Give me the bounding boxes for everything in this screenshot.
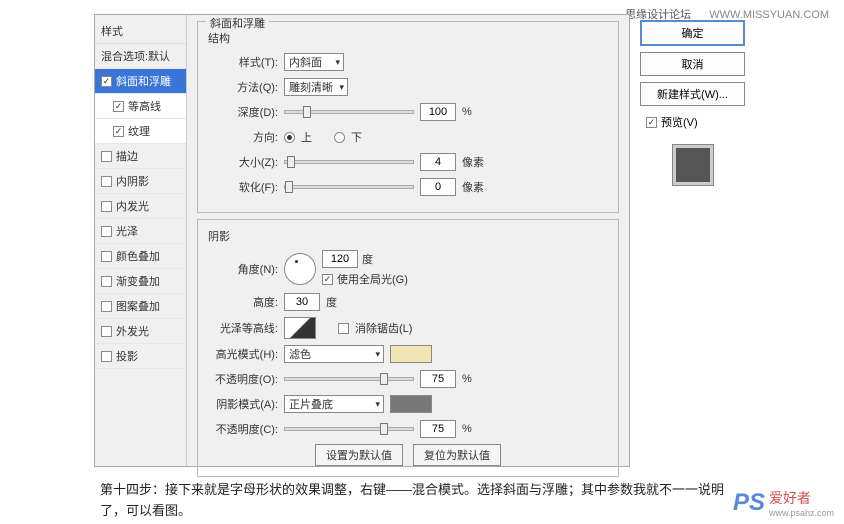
global-light-label: 使用全局光(G)	[337, 271, 408, 287]
angle-input[interactable]	[322, 250, 358, 268]
size-unit: 像素	[462, 154, 484, 170]
checkbox-icon[interactable]	[101, 76, 112, 87]
antialias-checkbox[interactable]	[338, 323, 349, 334]
logo-zh: 爱好者	[769, 490, 811, 506]
style-item-texture[interactable]: 纹理	[95, 119, 186, 144]
checkbox-icon[interactable]	[101, 351, 112, 362]
direction-label: 方向:	[208, 129, 278, 145]
dir-up-label: 上	[301, 129, 312, 145]
shading-title: 阴影	[208, 228, 608, 244]
step-caption: 第十四步：接下来就是字母形状的效果调整，右键——混合模式。选择斜面与浮雕；其中参…	[100, 480, 730, 522]
shadow-opacity-slider[interactable]	[284, 427, 414, 431]
checkbox-icon[interactable]	[101, 151, 112, 162]
style-item-pattern-overlay[interactable]: 图案叠加	[95, 294, 186, 319]
dialog-buttons: 确定 取消 新建样式(W)... 预览(V)	[640, 20, 745, 192]
opacity-unit: %	[462, 373, 472, 385]
shading-fieldset: 阴影 角度(N): 度 使用全局光(G) 高度:	[197, 219, 619, 477]
checkbox-icon[interactable]	[101, 251, 112, 262]
shadow-mode-label: 阴影模式(A):	[208, 396, 278, 412]
checkbox-icon[interactable]	[113, 126, 124, 137]
shadow-mode-select[interactable]: 正片叠底	[284, 395, 384, 413]
highlight-color-swatch[interactable]	[390, 345, 432, 363]
shadow-opacity-label: 不透明度(C):	[208, 421, 278, 437]
preview-label: 预览(V)	[661, 114, 698, 130]
new-style-button[interactable]: 新建样式(W)...	[640, 82, 745, 106]
contour-label: 光泽等高线:	[208, 320, 278, 336]
antialias-label: 消除锯齿(L)	[355, 320, 412, 336]
size-label: 大小(Z):	[208, 154, 278, 170]
style-item-inner-shadow[interactable]: 内阴影	[95, 169, 186, 194]
style-select[interactable]: 内斜面	[284, 53, 344, 71]
watermark-logo: PS 爱好者 www.psahz.com	[733, 488, 834, 518]
highlight-opacity-label: 不透明度(O):	[208, 371, 278, 387]
styles-list: 样式 混合选项:默认 斜面和浮雕 等高线 纹理 描边 内阴影 内发光 光泽 颜色…	[95, 15, 187, 466]
angle-dial[interactable]	[284, 253, 316, 285]
opacity-unit2: %	[462, 423, 472, 435]
altitude-unit: 度	[326, 294, 337, 310]
bevel-fieldset: 斜面和浮雕 结构 样式(T): 内斜面 方法(Q): 雕刻清晰 深度(D): %…	[197, 21, 619, 213]
style-item-bevel[interactable]: 斜面和浮雕	[95, 69, 186, 94]
ps-text: PS	[733, 489, 765, 517]
highlight-opacity-input[interactable]	[420, 370, 456, 388]
checkbox-icon[interactable]	[101, 276, 112, 287]
dir-down-label: 下	[351, 129, 362, 145]
size-input[interactable]	[420, 153, 456, 171]
direction-down-radio[interactable]	[334, 132, 345, 143]
depth-input[interactable]	[420, 103, 456, 121]
blend-options-item[interactable]: 混合选项:默认	[95, 44, 186, 69]
global-light-checkbox[interactable]	[322, 274, 333, 285]
preview-thumbnail	[672, 144, 714, 186]
style-label: 样式(T):	[208, 54, 278, 70]
soften-slider[interactable]	[284, 185, 414, 189]
highlight-opacity-slider[interactable]	[284, 377, 414, 381]
checkbox-icon[interactable]	[101, 301, 112, 312]
angle-unit: 度	[362, 251, 373, 267]
depth-slider[interactable]	[284, 110, 414, 114]
checkbox-icon[interactable]	[101, 326, 112, 337]
size-slider[interactable]	[284, 160, 414, 164]
method-label: 方法(Q):	[208, 79, 278, 95]
soften-input[interactable]	[420, 178, 456, 196]
depth-unit: %	[462, 106, 472, 118]
angle-label: 角度(N):	[208, 261, 278, 277]
soften-label: 软化(F):	[208, 179, 278, 195]
soften-unit: 像素	[462, 179, 484, 195]
checkbox-icon[interactable]	[101, 176, 112, 187]
styles-title: 样式	[95, 19, 186, 44]
highlight-mode-select[interactable]: 滤色	[284, 345, 384, 363]
style-item-contour[interactable]: 等高线	[95, 94, 186, 119]
reset-default-button[interactable]: 复位为默认值	[413, 444, 501, 466]
gloss-contour-picker[interactable]	[284, 317, 316, 339]
style-item-gradient-overlay[interactable]: 渐变叠加	[95, 269, 186, 294]
layer-style-dialog: 样式 混合选项:默认 斜面和浮雕 等高线 纹理 描边 内阴影 内发光 光泽 颜色…	[94, 14, 630, 467]
checkbox-icon[interactable]	[113, 101, 124, 112]
fieldset-legend: 斜面和浮雕	[206, 15, 269, 31]
style-item-drop-shadow[interactable]: 投影	[95, 344, 186, 369]
depth-label: 深度(D):	[208, 104, 278, 120]
cancel-button[interactable]: 取消	[640, 52, 745, 76]
style-item-color-overlay[interactable]: 颜色叠加	[95, 244, 186, 269]
preview-checkbox[interactable]	[646, 117, 657, 128]
preview-checkbox-row[interactable]: 预览(V)	[640, 112, 745, 132]
style-item-satin[interactable]: 光泽	[95, 219, 186, 244]
style-item-outer-glow[interactable]: 外发光	[95, 319, 186, 344]
direction-up-radio[interactable]	[284, 132, 295, 143]
shadow-opacity-input[interactable]	[420, 420, 456, 438]
checkbox-icon[interactable]	[101, 226, 112, 237]
style-item-stroke[interactable]: 描边	[95, 144, 186, 169]
settings-panel: 斜面和浮雕 结构 样式(T): 内斜面 方法(Q): 雕刻清晰 深度(D): %…	[187, 15, 629, 466]
make-default-button[interactable]: 设置为默认值	[315, 444, 403, 466]
highlight-mode-label: 高光模式(H):	[208, 346, 278, 362]
checkbox-icon[interactable]	[101, 201, 112, 212]
method-select[interactable]: 雕刻清晰	[284, 78, 348, 96]
style-item-inner-glow[interactable]: 内发光	[95, 194, 186, 219]
altitude-input[interactable]	[284, 293, 320, 311]
logo-url: www.psahz.com	[769, 508, 834, 518]
shadow-color-swatch[interactable]	[390, 395, 432, 413]
structure-title: 结构	[208, 30, 608, 46]
ok-button[interactable]: 确定	[640, 20, 745, 46]
altitude-label: 高度:	[208, 294, 278, 310]
